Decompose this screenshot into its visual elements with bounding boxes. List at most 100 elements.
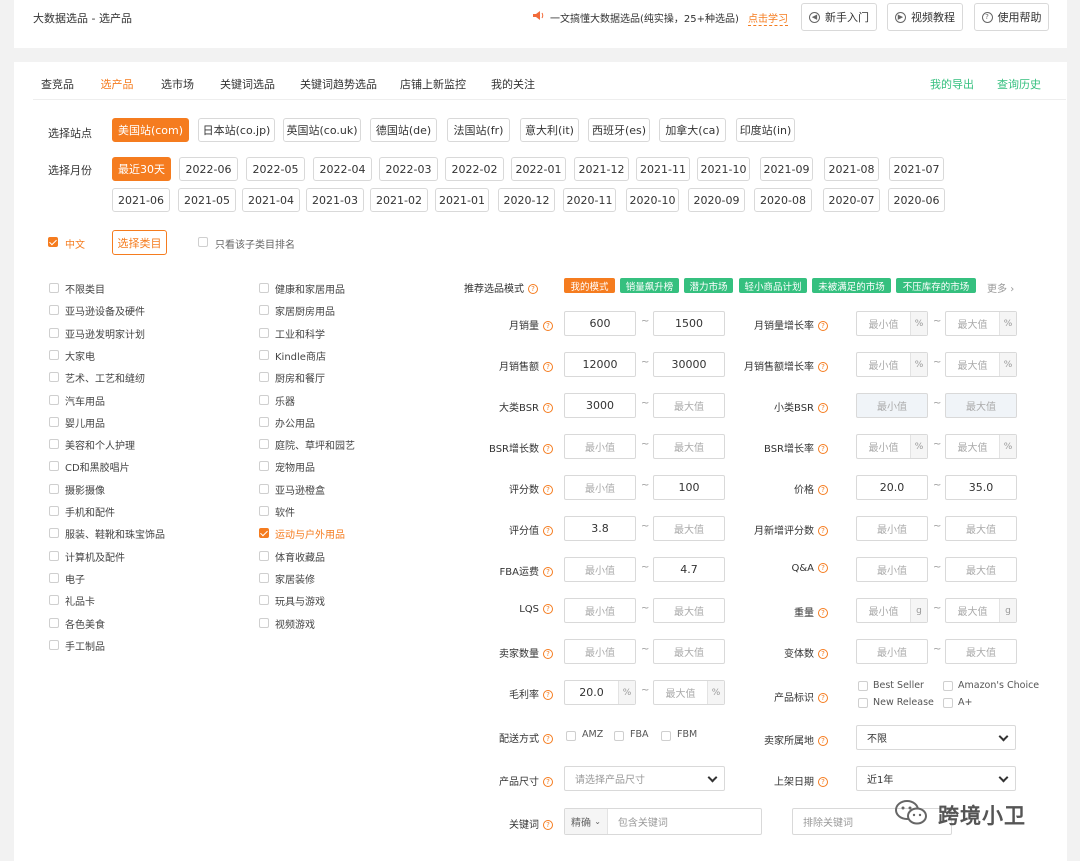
category-item[interactable]: 手机和配件 [65,504,115,519]
month-chip[interactable]: 2021-04 [242,188,300,212]
filter-min-input[interactable]: 最小值 [564,557,636,582]
month-chip[interactable]: 2020-08 [754,188,812,212]
month-chip[interactable]: 2022-06 [179,157,238,181]
category-checkbox[interactable] [259,283,269,293]
filter-min-input[interactable]: 20.0 [856,475,928,500]
help-icon[interactable]: ? [818,403,828,413]
site-chip[interactable]: 日本站(co.jp) [198,118,275,142]
help-icon[interactable]: ? [543,820,553,830]
category-checkbox[interactable] [259,349,269,360]
filter-max-input[interactable]: 最大值 [945,393,1017,418]
size-select[interactable]: 请选择产品尺寸 [564,766,725,791]
help-icon[interactable]: ? [818,321,828,331]
filter-max-input[interactable]: 最大值 [653,393,725,418]
filter-max-input[interactable]: 最大值 [945,557,1017,582]
category-item[interactable]: 不限类目 [65,281,105,296]
category-checkbox[interactable] [49,305,59,316]
site-chip[interactable]: 印度站(in) [736,118,795,142]
filter-max-input[interactable]: 最大值% [945,352,1017,377]
category-item[interactable]: 亚马逊橙盒 [275,482,325,497]
filter-min-input[interactable]: 最小值 [564,598,636,623]
only-subcategory-checkbox[interactable] [198,237,208,247]
notice-link[interactable]: 点击学习 [748,10,788,26]
category-checkbox[interactable] [49,572,59,583]
site-chip[interactable]: 德国站(de) [370,118,437,142]
help-icon[interactable]: ? [818,563,828,573]
category-item[interactable]: 艺术、工艺和缝纫 [65,370,145,385]
match-mode-select[interactable]: 精确 ⌄ [565,809,608,834]
filter-max-input[interactable]: 最大值 g [945,598,1017,623]
keyword-include-input[interactable]: 精确 ⌄ 包含关键词 [564,808,762,835]
help-icon[interactable]: ? [818,608,828,618]
help-icon[interactable]: ? [543,321,553,331]
category-item[interactable]: 婴儿用品 [65,415,105,430]
mode-tag[interactable]: 轻小商品计划 [739,278,807,293]
mode-tag[interactable]: 未被满足的市场 [812,278,891,293]
filter-min-input[interactable]: 最小值 g [856,598,928,623]
category-checkbox[interactable] [49,439,59,450]
category-item[interactable]: 大家电 [65,348,95,363]
category-item[interactable]: Kindle商店 [275,348,326,363]
help-button[interactable]: ? 使用帮助 [974,3,1049,31]
tab-competitor[interactable]: 查竞品 [41,76,74,92]
month-chip[interactable]: 2021-08 [824,157,879,181]
filter-min-input[interactable]: 20.0% [564,680,636,705]
filter-max-input[interactable]: 35.0 [945,475,1017,500]
category-item[interactable]: 电子 [65,571,85,586]
filter-min-input[interactable]: 3.8 [564,516,636,541]
category-item[interactable]: 美容和个人护理 [65,437,135,452]
category-checkbox[interactable] [49,528,59,539]
month-chip[interactable]: 2021-03 [306,188,364,212]
filter-min-input[interactable]: 最小值% [856,311,928,336]
help-icon[interactable]: ? [543,777,553,787]
category-item[interactable]: 运动与户外用品 [275,526,345,541]
filter-min-input[interactable]: 最小值 [856,516,928,541]
category-checkbox[interactable] [259,439,269,450]
category-checkbox[interactable] [259,483,269,494]
month-chip[interactable]: 2020-10 [626,188,679,212]
help-icon[interactable]: ? [818,485,828,495]
tab-keyword-trend[interactable]: 关键词趋势选品 [300,76,377,92]
help-icon[interactable]: ? [543,649,553,659]
month-chip[interactable]: 2021-02 [370,188,428,212]
help-icon[interactable]: ? [818,444,828,454]
category-item[interactable]: 礼品卡 [65,593,95,608]
new-release-checkbox[interactable] [858,698,868,708]
query-history-link[interactable]: 查询历史 [997,76,1041,92]
site-chip[interactable]: 意大利(it) [520,118,579,142]
filter-max-input[interactable]: 最大值 [653,639,725,664]
month-chip[interactable]: 2022-01 [511,157,566,181]
site-chip[interactable]: 法国站(fr) [447,118,510,142]
amazons-choice-checkbox[interactable] [943,681,953,691]
category-item[interactable]: 摄影摄像 [65,482,105,497]
best-seller-checkbox[interactable] [858,681,868,691]
filter-max-input[interactable]: 最大值% [653,680,725,705]
fba-checkbox[interactable] [614,731,624,741]
filter-max-input[interactable]: 最大值 [653,434,725,459]
help-icon[interactable]: ? [818,736,828,746]
filter-min-input[interactable]: 12000 [564,352,636,377]
month-chip[interactable]: 2021-11 [636,157,690,181]
month-chip[interactable]: 2022-03 [379,157,438,181]
category-checkbox[interactable] [259,416,269,427]
a-plus-checkbox[interactable] [943,698,953,708]
tab-keyword[interactable]: 关键词选品 [220,76,275,92]
filter-max-input[interactable]: 最大值 [653,516,725,541]
month-chip[interactable]: 2021-07 [889,157,944,181]
category-checkbox[interactable] [259,550,269,561]
category-item[interactable]: 厨房和餐厅 [275,370,325,385]
filter-min-input[interactable]: 600 [564,311,636,336]
month-chip[interactable]: 2021-10 [697,157,750,181]
help-icon[interactable]: ? [543,444,553,454]
category-checkbox[interactable] [49,349,59,360]
category-item[interactable]: 亚马逊设备及硬件 [65,303,145,318]
month-chip[interactable]: 2020-07 [823,188,880,212]
month-chip[interactable]: 2021-12 [574,157,629,181]
category-item[interactable]: 视频游戏 [275,616,315,631]
category-item[interactable]: 办公用品 [275,415,315,430]
help-icon[interactable]: ? [543,485,553,495]
category-item[interactable]: 庭院、草坪和园艺 [275,437,355,452]
category-item[interactable]: 计算机及配件 [65,549,125,564]
month-chip[interactable]: 2022-05 [246,157,305,181]
month-chip[interactable]: 最近30天 [112,157,171,181]
